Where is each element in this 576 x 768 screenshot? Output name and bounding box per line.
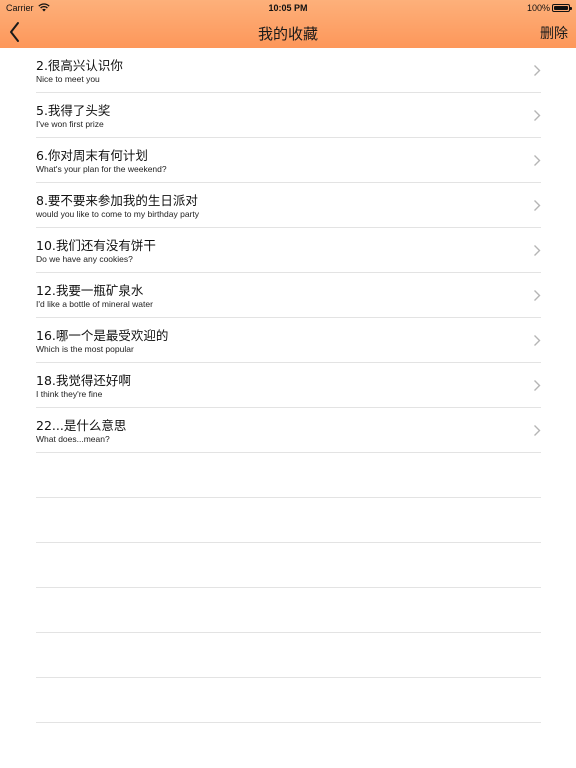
list-item[interactable]: 6.你对周末有何计划 What's your plan for the weeke… <box>36 138 541 183</box>
phrase-english: What does...mean? <box>36 434 110 444</box>
chevron-right-icon <box>534 380 541 391</box>
phrase-english: What's your plan for the weekend? <box>36 164 167 174</box>
phrase-chinese: 16.哪一个是最受欢迎的 <box>36 328 169 343</box>
list-item[interactable]: 18.我觉得还好啊 I think they're fine <box>36 363 541 408</box>
chevron-right-icon <box>534 110 541 121</box>
empty-row <box>36 453 541 498</box>
phrase-chinese: 22...是什么意思 <box>36 418 127 433</box>
empty-row <box>36 588 541 633</box>
phrase-chinese: 8.要不要来参加我的生日派对 <box>36 193 198 208</box>
phrase-english: Nice to meet you <box>36 74 100 84</box>
phrase-english: Do we have any cookies? <box>36 254 133 264</box>
list-item[interactable]: 2.很高兴认识你 Nice to meet you <box>36 48 541 93</box>
page-title: 我的收藏 <box>257 25 318 43</box>
list-item[interactable]: 10.我们还有没有饼干 Do we have any cookies? <box>36 228 541 273</box>
phrase-english: would you like to come to my birthday pa… <box>36 209 199 219</box>
empty-row <box>36 678 541 723</box>
phrase-chinese: 2.很高兴认识你 <box>36 58 123 73</box>
phrase-english: Which is the most popular <box>36 344 134 354</box>
phrase-chinese: 18.我觉得还好啊 <box>36 373 131 388</box>
phrase-chinese: 6.你对周末有何计划 <box>36 148 148 163</box>
empty-row <box>36 498 541 543</box>
list-item[interactable]: 22...是什么意思 What does...mean? <box>36 408 541 453</box>
header: Carrier 10:05 PM 100% 我的收藏 删除 <box>0 0 576 48</box>
chevron-right-icon <box>534 425 541 436</box>
chevron-right-icon <box>534 155 541 166</box>
status-bar: Carrier 10:05 PM 100% <box>0 0 576 16</box>
chevron-right-icon <box>534 290 541 301</box>
navigation-bar: 我的收藏 删除 <box>0 16 576 48</box>
list-item[interactable]: 5.我得了头奖 I've won first prize <box>36 93 541 138</box>
back-chevron-icon[interactable] <box>4 18 26 46</box>
chevron-right-icon <box>534 335 541 346</box>
phrase-english: I'd like a bottle of mineral water <box>36 299 153 309</box>
list-item[interactable]: 12.我要一瓶矿泉水 I'd like a bottle of mineral w… <box>36 273 541 318</box>
chevron-right-icon <box>534 65 541 76</box>
chevron-right-icon <box>534 245 541 256</box>
battery-icon <box>552 4 572 12</box>
battery-percent: 100% <box>526 3 550 13</box>
delete-button[interactable]: 删除 <box>540 23 568 43</box>
phrase-english: I've won first prize <box>36 119 104 129</box>
phrase-chinese: 12.我要一瓶矿泉水 <box>36 283 144 298</box>
clock: 10:05 PM <box>268 3 308 13</box>
empty-row <box>36 633 541 678</box>
phrase-chinese: 10.我们还有没有饼干 <box>36 238 156 253</box>
list-item[interactable]: 16.哪一个是最受欢迎的 Which is the most popular <box>36 318 541 363</box>
list-item[interactable]: 8.要不要来参加我的生日派对 would you like to come to … <box>36 183 541 228</box>
phrase-english: I think they're fine <box>36 389 103 399</box>
empty-row <box>36 543 541 588</box>
phrase-chinese: 5.我得了头奖 <box>36 103 111 118</box>
favorites-list: 2.很高兴认识你 Nice to meet you 5.我得了头奖 I've won … <box>0 48 576 723</box>
chevron-right-icon <box>534 200 541 211</box>
